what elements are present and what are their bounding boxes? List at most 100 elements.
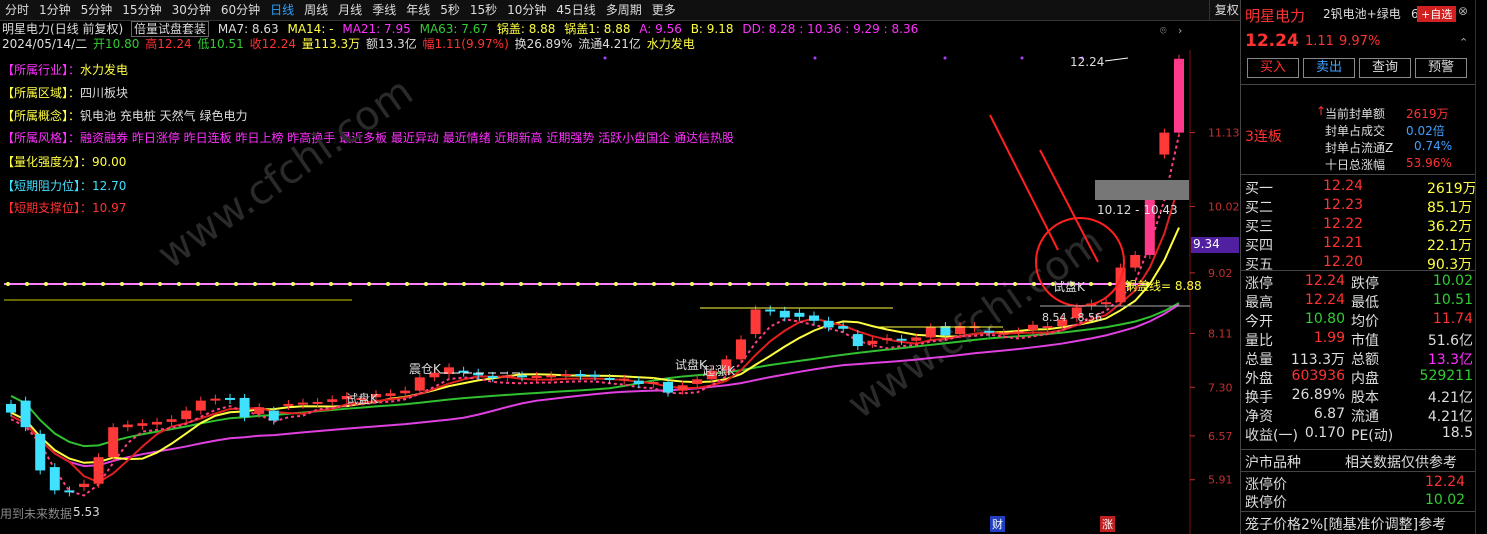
trade-button-3[interactable]: 预警 <box>1415 58 1467 78</box>
period-10[interactable]: 年线 <box>401 0 435 21</box>
indicator-name[interactable]: 倍量试盘套装 <box>131 21 210 37</box>
period-6[interactable]: 日线 <box>265 0 299 21</box>
candle <box>1042 326 1053 329</box>
close-icon[interactable]: ⊗ <box>1458 4 1468 18</box>
guogai1-value: 锅盖1: 8.88 <box>564 22 631 36</box>
close: 收12.24 <box>249 37 296 51</box>
guogai-dot <box>557 282 561 286</box>
stat-value: 6.87 <box>1313 406 1345 422</box>
cage-price-note: 笼子价格2%[随基准价调整]参考 <box>1245 517 1447 533</box>
limit-up-marker[interactable]: 涨 <box>1100 516 1115 532</box>
tool-button-0[interactable]: 复权 <box>1208 0 1244 21</box>
guogai-dot <box>576 282 580 286</box>
trading-app: 分时 1分钟 5分钟 15分钟 30分钟 60分钟 日线 周线 月线 季线 年线 5秒 15秒 10分钟 4… <box>0 0 1487 534</box>
trade-button-2[interactable]: 查询 <box>1359 58 1411 78</box>
period-4[interactable]: 30分钟 <box>167 0 216 21</box>
zhencang-k-label: 震仓K <box>409 362 441 376</box>
expand-icon[interactable]: › <box>1178 24 1182 37</box>
side-strip[interactable] <box>1475 0 1487 534</box>
period-9[interactable]: 季线 <box>367 0 401 21</box>
date: 2024/05/14/二 <box>2 37 88 51</box>
ten-day: 53.96% <box>1406 156 1452 170</box>
candle <box>444 367 454 374</box>
stat-value: 10.80 <box>1304 311 1345 327</box>
stat-label: PE(动) <box>1351 428 1394 444</box>
period-14[interactable]: 45日线 <box>551 0 600 21</box>
period-5[interactable]: 60分钟 <box>216 0 265 21</box>
period-toolbar: 分时 1分钟 5分钟 15分钟 30分钟 60分钟 日线 周线 月线 季线 年线 5秒 15秒 10分钟 4… <box>0 0 1240 21</box>
period-7[interactable]: 周线 <box>299 0 333 21</box>
signal-dot <box>1020 56 1024 60</box>
limit-up-price-label: 涨停价 <box>1245 477 1287 493</box>
period-8[interactable]: 月线 <box>333 0 367 21</box>
indicator-header: 明星电力(日线 前复权) 倍量试盘套装 MA7: 8.63 MA14: - MA… <box>2 21 923 37</box>
panel-pct: 9.97% <box>1339 34 1381 49</box>
period-2[interactable]: 5分钟 <box>76 0 118 21</box>
period-3[interactable]: 15分钟 <box>117 0 166 21</box>
candle <box>969 326 980 329</box>
period-1[interactable]: 1分钟 <box>34 0 76 21</box>
add-watchlist-button[interactable]: +自选 <box>1417 6 1457 22</box>
finance-marker[interactable]: 财 <box>990 516 1005 532</box>
guogai-dot <box>842 282 846 286</box>
kline-chart[interactable]: www.cfchi.com www.cfchi.com 11.1310.029.… <box>0 0 1240 534</box>
period-0[interactable]: 分时 <box>0 0 34 21</box>
stat-value: 113.3万 <box>1290 352 1345 368</box>
ma63-value: MA63: 7.67 <box>419 22 489 36</box>
stat-label: 外盘 <box>1245 371 1273 387</box>
settings-icon[interactable]: ⌾ <box>1160 24 1167 38</box>
guogai-value: 锅盖: 8.88 <box>496 22 556 36</box>
tag-region-label: 【所属区域】： <box>2 86 81 100</box>
trade-button-1[interactable]: 卖出 <box>1303 58 1355 78</box>
candle <box>692 379 703 384</box>
guogai-dot <box>386 282 390 286</box>
arrow-line-1 <box>989 114 1059 251</box>
guogai-dot <box>690 282 694 286</box>
tag-industry-label: 【所属行业】： <box>2 63 81 77</box>
candle <box>546 375 557 378</box>
guogai-dot <box>804 282 808 286</box>
candle <box>998 332 1009 335</box>
candle <box>809 315 819 321</box>
candle <box>590 374 600 377</box>
stat-label: 收益(一) <box>1245 428 1298 444</box>
period-15[interactable]: 多周期 <box>601 0 647 21</box>
tag-industry-value: 水力发电 <box>80 63 129 77</box>
bid-label: 买五 <box>1245 257 1273 273</box>
guogai-line-label: 锅盖线= 8.88 <box>1125 279 1202 293</box>
stat-label: 均价 <box>1351 314 1379 330</box>
candle <box>896 338 907 341</box>
candle <box>838 326 849 329</box>
guogai-dot <box>158 282 162 286</box>
guogai-dot <box>177 282 181 286</box>
stat-value: 0.170 <box>1304 425 1345 441</box>
period-12[interactable]: 15秒 <box>465 0 502 21</box>
guogai-dot <box>367 282 371 286</box>
candle <box>458 370 469 373</box>
candle <box>239 397 250 418</box>
chart-type: (日线 前复权) <box>50 22 124 36</box>
candle <box>487 375 498 378</box>
collapse-icon[interactable]: ⌃ <box>1459 36 1468 49</box>
tag-concept-value: 钒电池 充电桩 天然气 绿色电力 <box>80 109 248 123</box>
bid-price: 12.20 <box>1323 254 1364 270</box>
axis-tick-label: 9.02 <box>1208 267 1233 280</box>
candle <box>49 467 60 491</box>
guogai-dot <box>956 282 960 286</box>
bid-volume: 22.1万 <box>1427 238 1473 254</box>
candle <box>195 400 206 411</box>
period-11[interactable]: 5秒 <box>435 0 465 21</box>
bid-volume: 2619万 <box>1427 181 1477 197</box>
trade-button-0[interactable]: 买入 <box>1247 58 1299 78</box>
stat-value: 12.24 <box>1304 273 1345 289</box>
period-16[interactable]: 更多 <box>647 0 681 21</box>
guogai-dots <box>6 282 1150 286</box>
a-value: A: 9.56 <box>639 22 682 36</box>
period-13[interactable]: 10分钟 <box>502 0 551 21</box>
axis-tick-label: 6.57 <box>1208 430 1233 443</box>
candle <box>560 374 571 376</box>
guogai-dot <box>215 282 219 286</box>
guogai-dot <box>329 282 333 286</box>
tag-resist-label: 【短期阻力位】： <box>2 179 93 193</box>
signal-dot <box>943 56 947 60</box>
